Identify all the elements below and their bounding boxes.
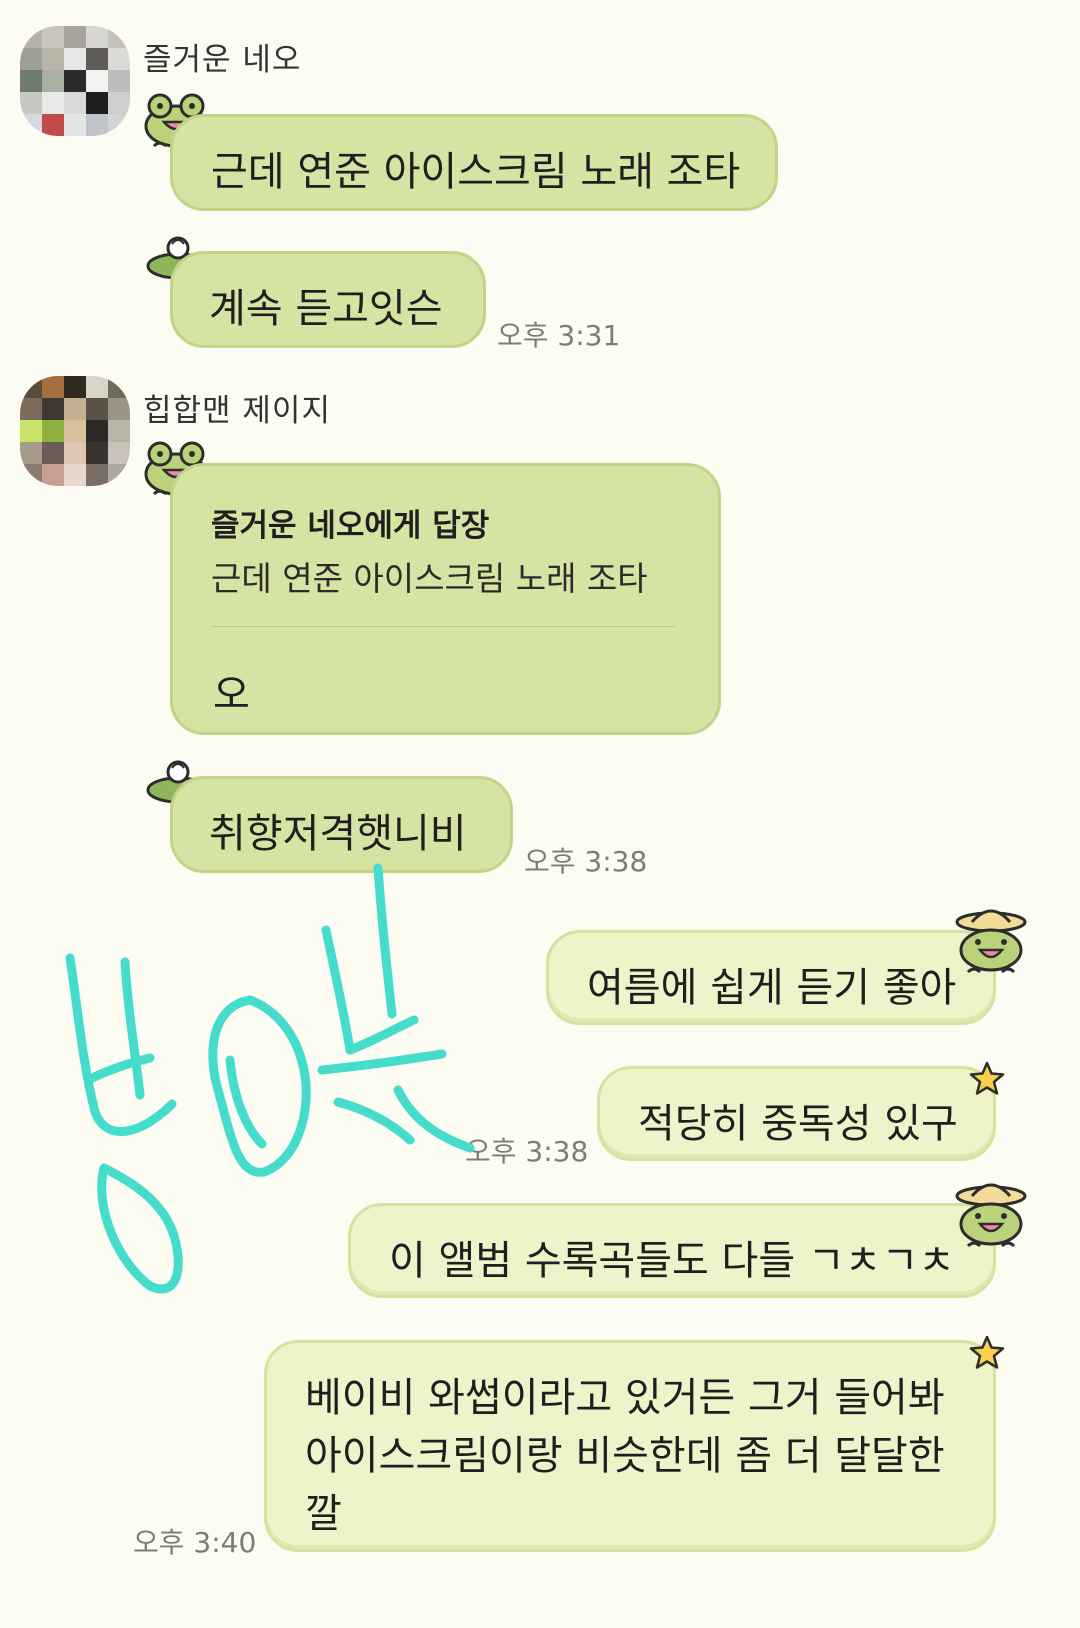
handwritten-annotation: [65, 863, 475, 1294]
